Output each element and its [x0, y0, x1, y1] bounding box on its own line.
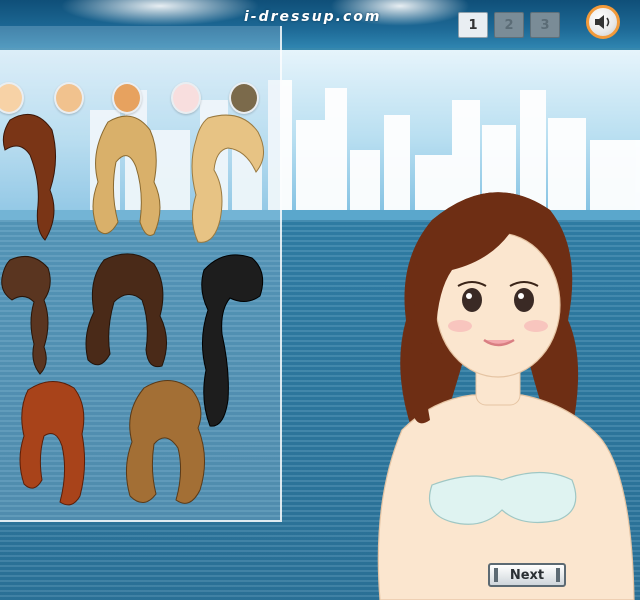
color-swatch[interactable]: [112, 82, 142, 114]
hairstyle-blonde-curly[interactable]: [88, 112, 168, 244]
page-1-button[interactable]: 1: [458, 12, 488, 38]
next-button[interactable]: Next: [488, 563, 566, 587]
speaker-icon: [595, 15, 610, 29]
hairstyle-dark-brown-long[interactable]: [82, 250, 172, 372]
hairstyle-auburn-long-wavy[interactable]: [0, 110, 62, 245]
site-logo: i-dressup.com: [244, 9, 382, 25]
doll-right-eye: [514, 288, 534, 312]
spotlight: [60, 0, 260, 26]
page-3-button[interactable]: 3: [530, 12, 560, 38]
page-selector: 1 2 3: [458, 12, 560, 38]
hairstyle-light-brown-pigtails[interactable]: [120, 378, 212, 510]
page-2-button[interactable]: 2: [494, 12, 524, 38]
hairstyle-red-straight[interactable]: [16, 376, 90, 511]
sound-toggle-button[interactable]: [586, 5, 620, 39]
doll-model: [377, 192, 635, 600]
hairstyle-brown-braids[interactable]: [0, 252, 58, 377]
hairstyle-blonde-side-ponytail[interactable]: [186, 110, 270, 250]
doll-left-eye: [462, 288, 482, 312]
